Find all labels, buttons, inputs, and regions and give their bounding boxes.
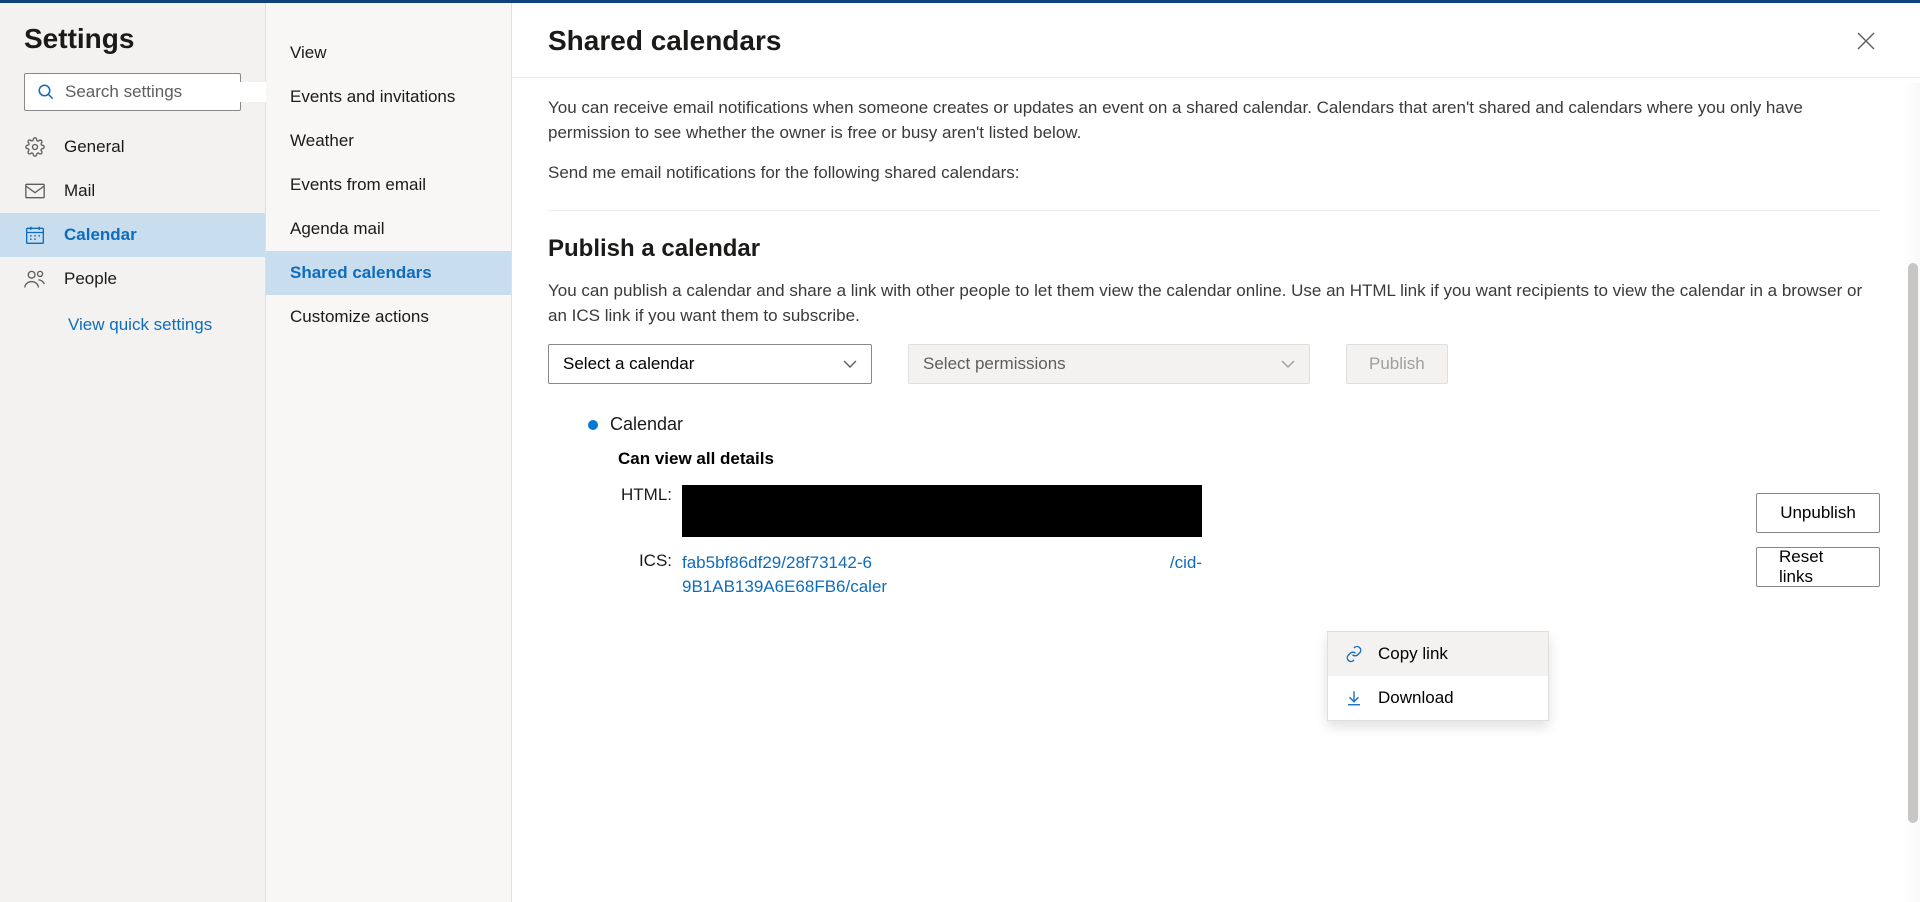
sub-events-invitations[interactable]: Events and invitations [266,75,511,119]
notification-description: You can receive email notifications when… [548,96,1880,145]
sub-weather[interactable]: Weather [266,119,511,163]
permission-level-label: Can view all details [618,449,1880,469]
published-calendar-details: Can view all details HTML: ICS: fab5bf86… [548,449,1880,599]
close-button[interactable] [1852,27,1880,55]
published-calendar-actions: Unpublish Reset links [1756,493,1880,587]
ics-link-fragment-b: /cid- [1170,551,1202,575]
calendar-icon [24,224,46,246]
nav-label: People [64,269,117,289]
content-body: You can receive email notifications when… [512,78,1920,897]
html-link-row: HTML: [618,485,1880,537]
notification-prompt: Send me email notifications for the foll… [548,161,1880,186]
sub-shared-calendars[interactable]: Shared calendars [266,251,511,295]
ics-link-fragment-c: 9B1AB139A6E68FB6/caler [682,577,887,596]
context-download-label: Download [1378,688,1454,708]
publish-description: You can publish a calendar and share a l… [548,279,1880,328]
settings-suboptions-pane: View Events and invitations Weather Even… [266,3,512,902]
publish-controls-row: Select a calendar Select permissions Pub… [548,344,1880,384]
chevron-down-icon [1281,359,1295,369]
link-icon [1344,644,1364,664]
search-input[interactable] [65,82,286,102]
content-header: Shared calendars [512,3,1920,78]
nav-people[interactable]: People [0,257,265,301]
nav-general[interactable]: General [0,125,265,169]
sub-events-from-email[interactable]: Events from email [266,163,511,207]
page-title: Shared calendars [548,25,781,57]
settings-categories-pane: Settings General Mail C [0,3,266,902]
publish-section-title: Publish a calendar [548,235,1880,263]
mail-icon [24,180,46,202]
unpublish-button[interactable]: Unpublish [1756,493,1880,533]
context-download[interactable]: Download [1328,676,1548,720]
sub-agenda-mail[interactable]: Agenda mail [266,207,511,251]
divider [548,210,1880,211]
download-icon [1344,688,1364,708]
nav-label: Mail [64,181,95,201]
settings-content-pane: Shared calendars You can receive email n… [512,3,1920,902]
search-icon [37,83,55,101]
scrollbar-thumb[interactable] [1908,263,1918,823]
ics-link-text[interactable]: fab5bf86df29/28f73142-6 /cid- 9B1AB139A6… [682,551,1202,599]
nav-label: Calendar [64,225,137,245]
context-copy-label: Copy link [1378,644,1448,664]
ics-link-row: ICS: fab5bf86df29/28f73142-6 /cid- 9B1AB… [618,551,1880,599]
reset-links-button[interactable]: Reset links [1756,547,1880,587]
chevron-down-icon [843,359,857,369]
calendar-color-dot [588,420,598,430]
published-calendar-row: Calendar [548,414,1880,435]
publish-button: Publish [1346,344,1448,384]
sub-view[interactable]: View [266,31,511,75]
view-quick-settings-link[interactable]: View quick settings [0,301,265,335]
nav-label: General [64,137,124,157]
link-context-menu: Copy link Download [1327,631,1549,721]
search-settings-box[interactable] [24,73,241,111]
context-copy-link[interactable]: Copy link [1328,632,1548,676]
ics-link-fragment-a: fab5bf86df29/28f73142-6 [682,551,872,575]
html-label: HTML: [618,485,672,505]
nav-calendar[interactable]: Calendar [0,213,265,257]
nav-mail[interactable]: Mail [0,169,265,213]
ics-label: ICS: [618,551,672,571]
select-calendar-label: Select a calendar [563,354,694,374]
search-wrap [0,73,265,125]
sub-customize-actions[interactable]: Customize actions [266,295,511,339]
scrollbar-track[interactable] [1902,83,1920,902]
html-link-redacted[interactable] [682,485,1202,537]
select-permissions-dropdown: Select permissions [908,344,1310,384]
settings-dialog: Settings General Mail C [0,3,1920,902]
settings-title: Settings [0,23,265,73]
select-calendar-dropdown[interactable]: Select a calendar [548,344,872,384]
people-icon [24,268,46,290]
gear-icon [24,136,46,158]
select-permissions-label: Select permissions [923,354,1066,374]
calendar-name: Calendar [610,414,683,435]
